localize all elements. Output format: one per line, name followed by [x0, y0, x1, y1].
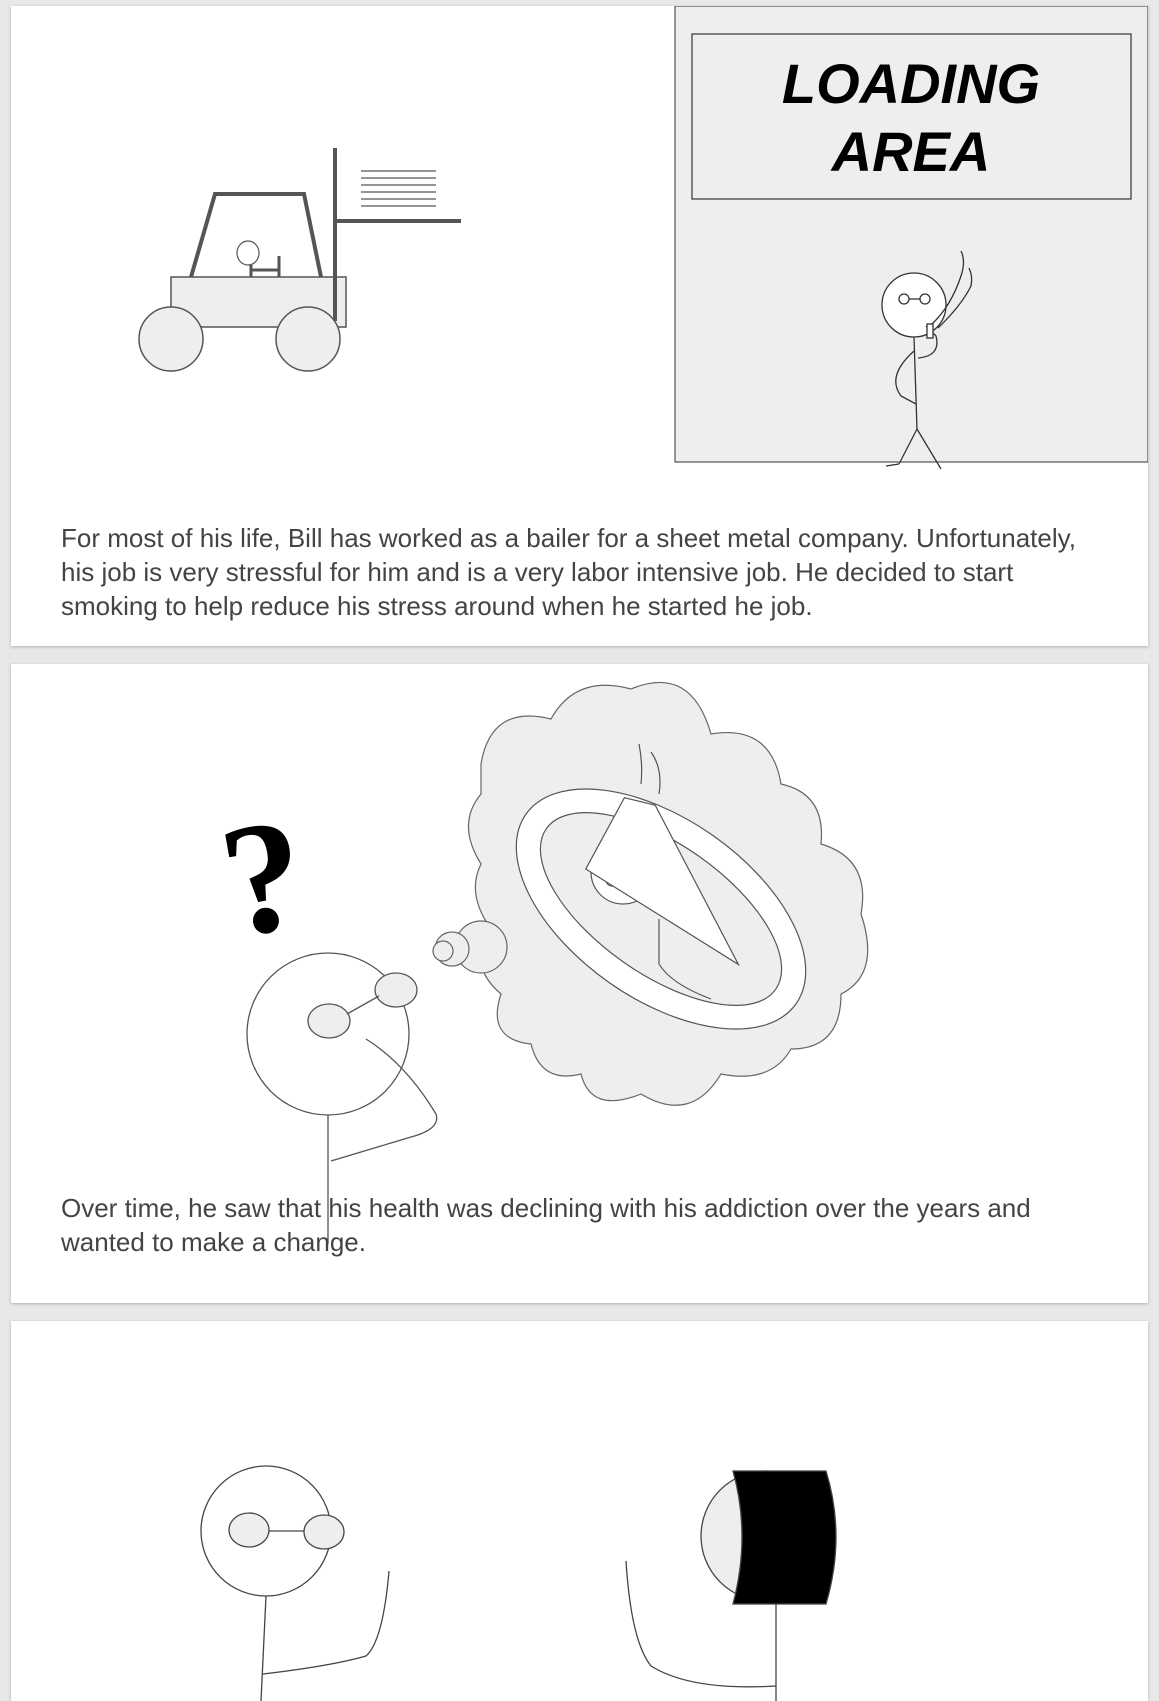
sign-line-2: AREA [830, 120, 991, 183]
slide-2-caption: Over time, he saw that his health was de… [61, 1193, 1031, 1257]
stick-figure-icon [200, 1465, 390, 1701]
sign-line-1: LOADING [782, 52, 1040, 115]
slide-1: LOADING AREA For most of his life, Bill … [11, 6, 1148, 646]
slide-1-caption: For most of his life, Bill has worked as… [61, 523, 1076, 621]
slide-2: ? Over time, he saw that his health was … [11, 664, 1148, 1303]
document-page: LOADING AREA For most of his life, Bill … [0, 0, 1159, 1701]
forklift-icon [138, 148, 461, 372]
slide-3 [11, 1321, 1148, 1701]
slide-3-illustration [200, 1465, 837, 1701]
stick-figure-back-view-icon [625, 1470, 837, 1701]
question-mark-icon: ? [209, 783, 319, 972]
